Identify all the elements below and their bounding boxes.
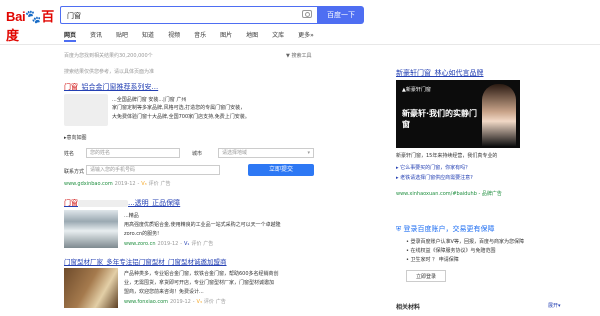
result-2-title[interactable]: 门窗 ...透明_正品保障 <box>64 198 180 208</box>
result-3-url[interactable]: www.fonxiao.com <box>124 299 168 305</box>
form-name-label: 姓名 <box>64 151 75 157</box>
tab-map[interactable]: 地图 <box>246 30 258 42</box>
result-2-desc-line3: zoro.cn的服务! <box>124 231 160 237</box>
result-1-desc-line3: 大免费体验门窗十大品牌,全国700家门店支持,免费上门安装。 <box>112 114 250 120</box>
sidebar-ad-image[interactable]: ▲新豪轩门窗 新豪轩·我们的实静门窗 <box>396 80 520 148</box>
sidebar-account-line3: • 卫生家时 ？ 申请保障 <box>406 257 459 263</box>
result-1-eval[interactable]: 评价 <box>149 181 159 187</box>
baidu-logo[interactable]: Bai🐾百度 <box>6 6 62 43</box>
v-badge-icon[interactable]: V₃ <box>197 299 202 305</box>
search-box[interactable] <box>60 6 318 24</box>
sidebar-account-title[interactable]: ⛨ 登录百度账户，交易更有保障 <box>396 224 494 234</box>
tab-tieba[interactable]: 贴吧 <box>116 30 128 42</box>
shield-icon: ⛨ <box>396 225 402 233</box>
result-2-eval[interactable]: 评价 <box>191 241 201 247</box>
tab-music[interactable]: 音乐 <box>194 30 206 42</box>
result-3-dash: - <box>192 299 195 305</box>
chevron-down-icon: ▾ <box>307 150 310 156</box>
result-1-url[interactable]: www.gdxinbao.com <box>64 181 113 187</box>
paw-icon: 🐾 <box>25 9 42 24</box>
tab-news[interactable]: 资讯 <box>90 30 102 42</box>
result-2-title-rest: ...透明_正品保障 <box>128 199 181 207</box>
chevron-down-icon: ▾ <box>558 303 561 309</box>
result-2-date: 2019-12 <box>157 241 179 247</box>
tab-web[interactable]: 网页 <box>64 30 77 42</box>
sidebar-account-line1: • 登录百度账户认准V等，回报，百度与商家为您保障 <box>406 239 524 245</box>
form-submit-button[interactable]: 立即提交 <box>248 164 314 176</box>
sidebar-ad-url[interactable]: www.xinhaoxuan.com/#baiduhb - 品牌广告 <box>396 190 502 197</box>
form-city-label: 城市 <box>192 151 203 157</box>
result-1-desc-line1: ...全国品牌门窗 安装...|门窗 广州 <box>112 97 187 103</box>
result-1-footer: www.gdxinbao.com 2019-12 - V₃ 评价 广告 <box>64 180 171 187</box>
related-materials-label: 相关材料 <box>396 304 421 311</box>
search-input[interactable] <box>65 8 299 24</box>
form-name-field[interactable]: 您的姓名 <box>86 148 180 158</box>
expand-link[interactable]: 展开▾ <box>548 302 561 309</box>
sidebar-ad-slogan: 新豪轩·我们的实静门窗 <box>402 109 478 129</box>
result-1: 门窗_铝合金门窗推荐系列安... <box>64 82 364 92</box>
result-1-date: 2019-12 <box>114 181 136 187</box>
result-2-title-keyword: 门窗 <box>64 199 78 207</box>
form-city-placeholder: 请选择地域 <box>222 150 248 156</box>
result-1-title[interactable]: 门窗_铝合金门窗推荐系列安... <box>64 82 364 92</box>
tab-wenku[interactable]: 文库 <box>272 30 284 42</box>
tab-more[interactable]: 更多» <box>298 30 314 42</box>
result-2-title-blur <box>78 199 128 207</box>
result-1-dash: - <box>137 181 140 187</box>
search-tools[interactable]: ▼ 搜索工具 <box>286 52 311 59</box>
result-1-title-rest: _铝合金门窗推荐系列安... <box>78 83 159 91</box>
result-stats: 百度为您找到相关结果约30,200,000个 <box>64 53 153 59</box>
sidebar-ad-title[interactable]: 新豪轩门窗_林心如代言品牌 <box>396 68 484 78</box>
result-1-title-keyword: 门窗 <box>64 83 78 91</box>
sidebar-link-2[interactable]: ▸ 老铁请选择门窗供应商需要注意? <box>396 174 473 181</box>
result-3-thumbnail[interactable] <box>64 268 118 308</box>
form-phone-label: 联系方式 <box>64 169 85 175</box>
logo-text-bai: Bai <box>6 9 26 24</box>
result-3-title[interactable]: 门窗型材厂家_多年专注铝门窗型材_门窗型材诚邀加盟商 <box>64 256 227 266</box>
result-1-ad: 广告 <box>160 181 171 187</box>
ad-portrait-image <box>482 84 516 146</box>
result-2-footer: www.zoro.cn 2019-12 - V₁ 评价 广告 <box>124 240 213 247</box>
result-2-dash: - <box>180 241 183 247</box>
camera-icon[interactable] <box>302 10 312 18</box>
result-3-footer: www.fonxiao.com 2019-12 - V₃ 评价 广告 <box>124 298 226 305</box>
result-3-ad: 广告 <box>215 299 226 305</box>
sidebar-account-title-text: 登录百度账户，交易更有保障 <box>403 225 495 233</box>
sidebar-account-line2: • 在线权益《保障服务协议》与免赔范围 <box>406 248 496 254</box>
result-1-desc-line2: 家门窗定制等多家品牌,风格可选,打造您的专属门窗门安装， <box>112 105 246 111</box>
expand-link-label: 展开 <box>548 303 559 309</box>
result-3-desc-line3: 盟商，欢迎您前来咨询！免费设计... <box>124 289 204 295</box>
sidebar-ad-desc: 新豪轩门窗，15年来持续经营，我们真专业的 <box>396 153 498 159</box>
result-2-ad: 广告 <box>203 241 214 247</box>
result-2-url[interactable]: www.zoro.cn <box>124 241 156 247</box>
result-2-desc-line1: ...精品 <box>124 213 139 219</box>
result-3-eval[interactable]: 评价 <box>204 299 214 305</box>
sidebar-link-2-text: ▸ 老铁请选择门窗供应商需要注意? <box>396 175 473 181</box>
tab-divider <box>0 44 600 45</box>
result-1-thumbnail[interactable] <box>64 94 108 126</box>
result-2-thumbnail[interactable] <box>64 210 118 248</box>
result-3-desc-line2: 业，无需囤货，拿货即可开店，专业门窗型材厂家，门窗型材诚邀加 <box>124 280 275 286</box>
result-1-more-label[interactable]: ▸意向如图 <box>64 134 87 142</box>
tab-zhidao[interactable]: 知道 <box>142 30 154 42</box>
search-button[interactable]: 百度一下 <box>318 6 364 24</box>
tab-images[interactable]: 图片 <box>220 30 232 42</box>
sidebar-link-1[interactable]: ▸ 它么事要买的门窗，你家有吗？ <box>396 164 470 171</box>
search-tools-label: 搜索工具 <box>291 53 312 59</box>
result-3-date: 2019-12 <box>169 299 191 305</box>
sidebar-ad-logo: ▲新豪轩门窗 <box>402 87 431 93</box>
nav-tabs: 网页 资讯 贴吧 知道 视频 音乐 图片 地图 文库 更多» <box>64 30 328 42</box>
form-phone-field[interactable]: 请输入您的手机号码 <box>86 165 220 175</box>
form-city-select[interactable]: 请选择地域 ▾ <box>218 148 314 158</box>
tab-video[interactable]: 视频 <box>168 30 180 42</box>
v-badge-icon[interactable]: V₁ <box>184 241 189 247</box>
sidebar-link-1-text: ▸ 它么事要买的门窗，你家有吗？ <box>396 165 471 171</box>
login-button[interactable]: 立即登录 <box>406 270 446 282</box>
result-2-desc-line2: 用高强度优质铝合金,使用精良的工业品一站式采购之可以天一个卓越隆 <box>124 222 281 228</box>
v-badge-icon[interactable]: V₃ <box>141 181 146 187</box>
funnel-icon: ▼ <box>286 53 290 59</box>
result-3-desc-line1: 产品种类多，专业铝合金门窗，软铁合金门窗，帮助600多名经销商创 <box>124 271 279 277</box>
result-notice: 搜索结果仅供您参考，请以具体页面为准 <box>64 69 155 75</box>
